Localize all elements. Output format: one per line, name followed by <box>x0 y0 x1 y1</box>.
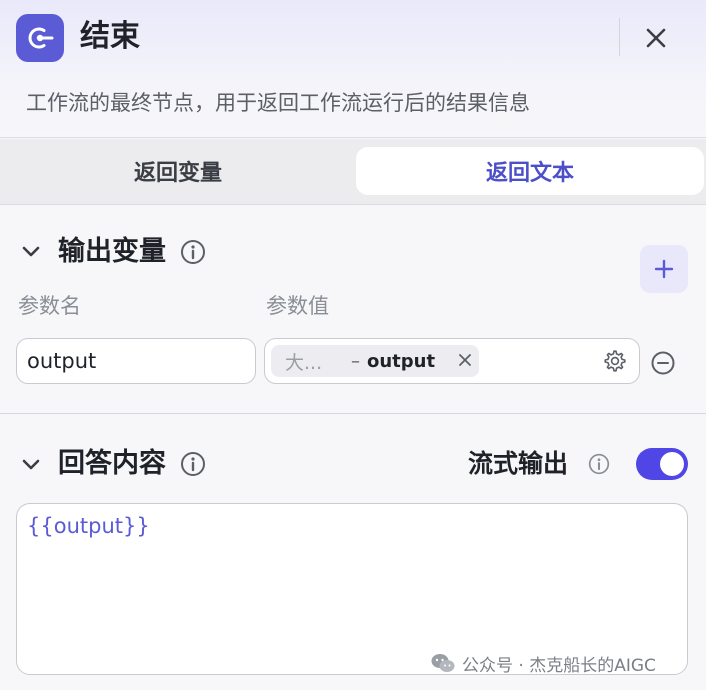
streaming-info-icon[interactable] <box>588 453 610 475</box>
output-info-icon[interactable] <box>180 239 206 265</box>
remove-row-icon[interactable] <box>650 350 676 376</box>
output-section-title: 输出变量 <box>58 236 166 267</box>
node-title: 结束 <box>80 19 140 54</box>
toggle-knob <box>660 452 684 476</box>
gear-icon[interactable] <box>603 349 627 373</box>
plus-icon <box>654 259 674 279</box>
collapse-output-chevron-icon[interactable] <box>18 239 44 265</box>
tab-return-variables[interactable]: 返回变量 <box>8 147 348 195</box>
tag-separator: – <box>351 350 360 372</box>
end-node-icon <box>16 14 64 62</box>
remove-tag-icon[interactable] <box>457 352 473 368</box>
wechat-icon <box>431 654 455 672</box>
watermark-text: 公众号 · 杰克船长的AIGC <box>462 655 656 676</box>
header-divider <box>619 18 620 56</box>
tag-variable-name: output <box>367 350 436 372</box>
streaming-output-toggle[interactable] <box>636 448 688 480</box>
add-variable-button[interactable] <box>640 245 688 293</box>
tag-source-node: 大... <box>285 351 323 374</box>
param-value-field[interactable]: 大... – output <box>264 338 640 384</box>
answer-info-icon[interactable] <box>180 451 206 477</box>
collapse-answer-chevron-icon[interactable] <box>18 452 44 478</box>
param-name-input[interactable] <box>16 338 256 384</box>
param-name-label: 参数名 <box>18 294 81 318</box>
tab-return-text[interactable]: 返回文本 <box>356 147 704 195</box>
answer-section-title: 回答内容 <box>58 448 166 479</box>
close-button[interactable] <box>640 22 672 54</box>
node-description: 工作流的最终节点，用于返回工作流运行后的结果信息 <box>26 91 530 115</box>
streaming-output-label: 流式输出 <box>468 449 569 478</box>
variable-reference-tag: 大... – output <box>271 345 479 377</box>
watermark: 公众号 · 杰克船长的AIGC <box>430 650 656 676</box>
tab-bar: 返回变量 返回文本 <box>0 139 706 205</box>
node-header: 结束 工作流的最终节点，用于返回工作流运行后的结果信息 <box>0 0 706 138</box>
close-icon <box>646 28 666 48</box>
param-value-label: 参数值 <box>266 294 329 318</box>
section-divider <box>0 413 706 414</box>
